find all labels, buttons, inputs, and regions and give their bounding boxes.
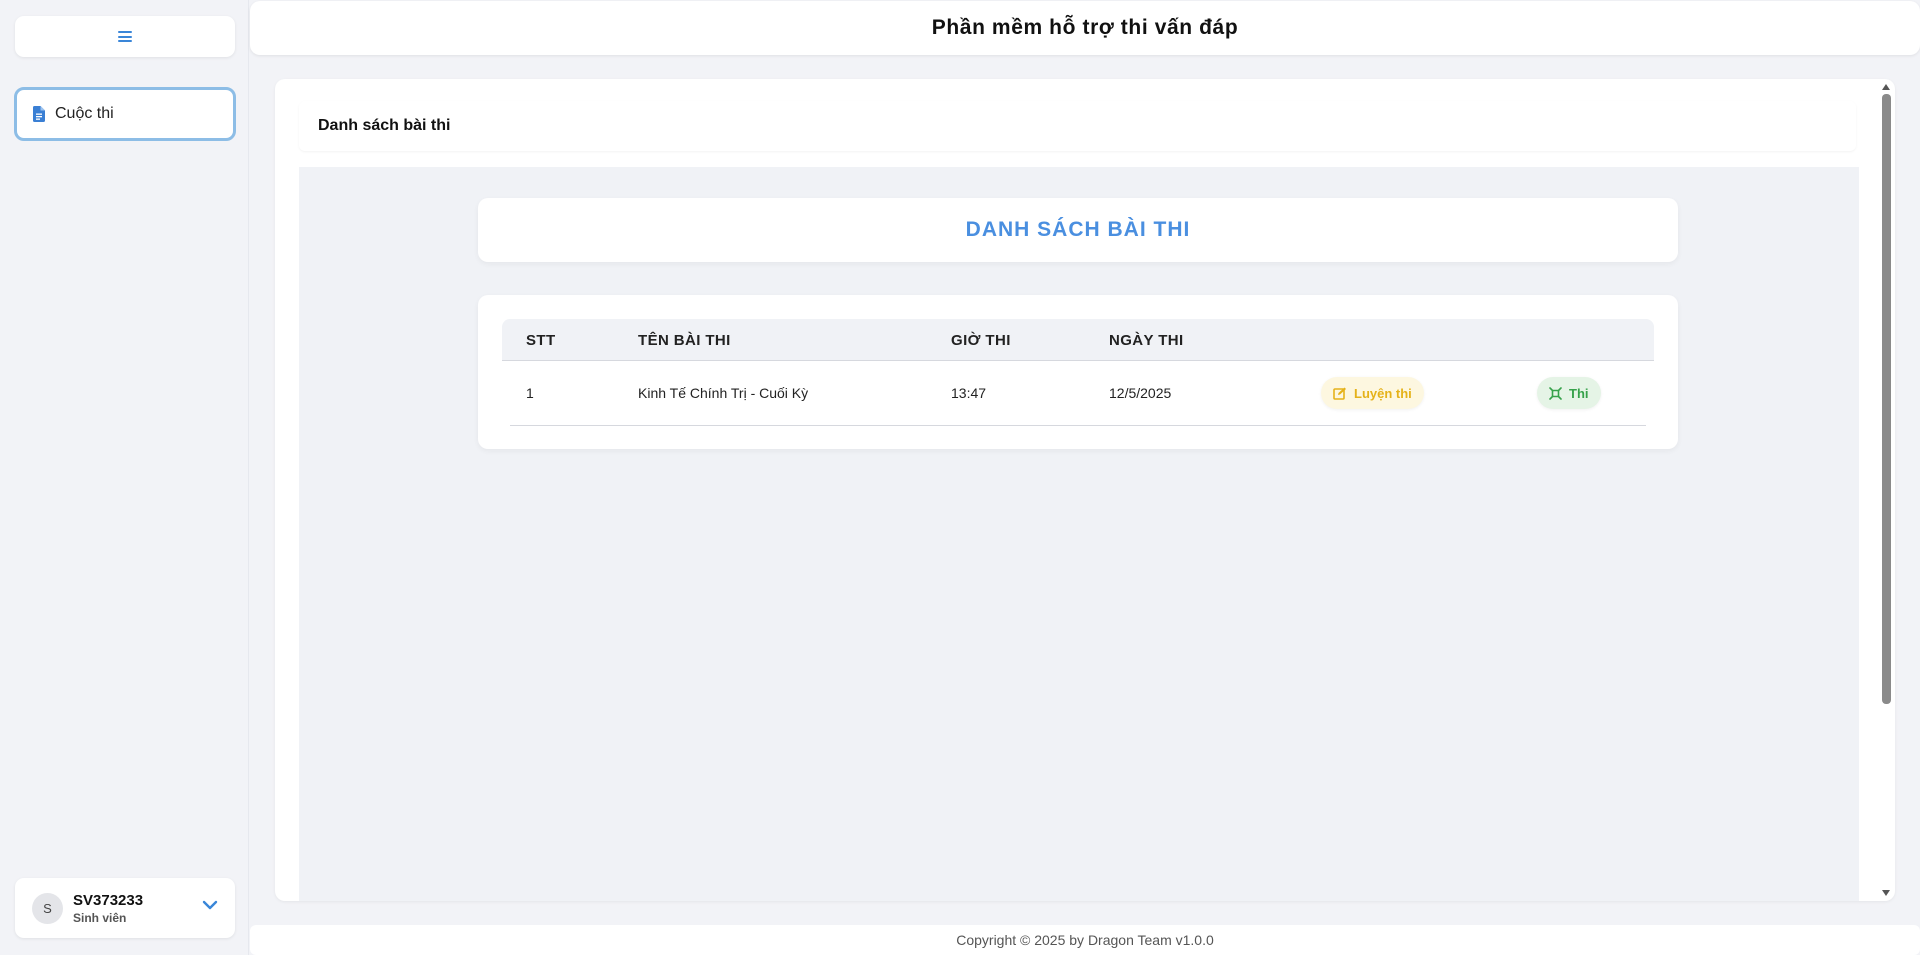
sidebar-item-cuoc-thi[interactable]: Cuộc thi — [14, 87, 236, 141]
scrollbar-thumb[interactable] — [1882, 94, 1891, 704]
exam-button[interactable]: Thi — [1537, 377, 1601, 409]
scroll-down-arrow-icon[interactable] — [1882, 890, 1890, 896]
breadcrumb: Danh sách bài thi — [318, 117, 451, 134]
avatar: S — [32, 892, 63, 924]
content-header: Danh sách bài thi — [299, 101, 1856, 151]
page-title: DANH SÁCH BÀI THI — [965, 218, 1191, 241]
page-title-card: DANH SÁCH BÀI THI — [478, 198, 1678, 262]
practice-button-label: Luyện thi — [1354, 385, 1412, 401]
cell-exam-date: 12/5/2025 — [1109, 385, 1172, 401]
user-role: Sinh viên — [73, 910, 127, 925]
cell-exam-time: 13:47 — [951, 385, 987, 401]
scroll-up-arrow-icon[interactable] — [1882, 84, 1890, 90]
bug-icon — [1549, 386, 1562, 400]
column-header-time: GIỜ THI — [951, 332, 1011, 349]
column-header-date: NGÀY THI — [1109, 332, 1184, 349]
exam-table: STT TÊN BÀI THI GIỜ THI NGÀY THI 1 Kinh … — [478, 295, 1678, 449]
copyright-text: Copyright © 2025 by Dragon Team v1.0.0 — [956, 932, 1214, 948]
content-body: DANH SÁCH BÀI THI STT TÊN BÀI THI GIỜ TH… — [299, 167, 1859, 901]
hamburger-icon — [118, 31, 132, 42]
scrollbar[interactable] — [1878, 79, 1895, 901]
footer: Copyright © 2025 by Dragon Team v1.0.0 — [250, 925, 1920, 955]
menu-toggle-button[interactable] — [15, 16, 235, 57]
app-header: Phần mềm hỗ trợ thi vấn đáp — [250, 1, 1920, 55]
cell-exam-name: Kinh Tế Chính Trị - Cuối Kỳ — [638, 385, 809, 401]
app-title: Phần mềm hỗ trợ thi vấn đáp — [931, 16, 1239, 39]
column-header-name: TÊN BÀI THI — [638, 332, 731, 349]
exam-button-label: Thi — [1569, 385, 1589, 401]
table-header: STT TÊN BÀI THI GIỜ THI NGÀY THI — [502, 319, 1654, 361]
content-card: Danh sách bài thi DANH SÁCH BÀI THI STT … — [275, 79, 1895, 901]
sidebar: Cuộc thi S SV373233 Sinh viên — [0, 0, 249, 955]
document-icon — [33, 106, 45, 122]
column-header-stt: STT — [526, 332, 556, 349]
sidebar-item-label: Cuộc thi — [55, 105, 114, 122]
practice-button[interactable]: Luyện thi — [1321, 377, 1424, 409]
chevron-down-icon[interactable] — [202, 900, 218, 910]
user-id: SV373233 — [73, 891, 144, 909]
edit-icon — [1333, 387, 1346, 400]
table-row: 1 Kinh Tế Chính Trị - Cuối Kỳ 13:47 12/5… — [510, 361, 1646, 426]
cell-stt: 1 — [526, 385, 534, 401]
user-menu[interactable]: S SV373233 Sinh viên — [15, 878, 235, 938]
